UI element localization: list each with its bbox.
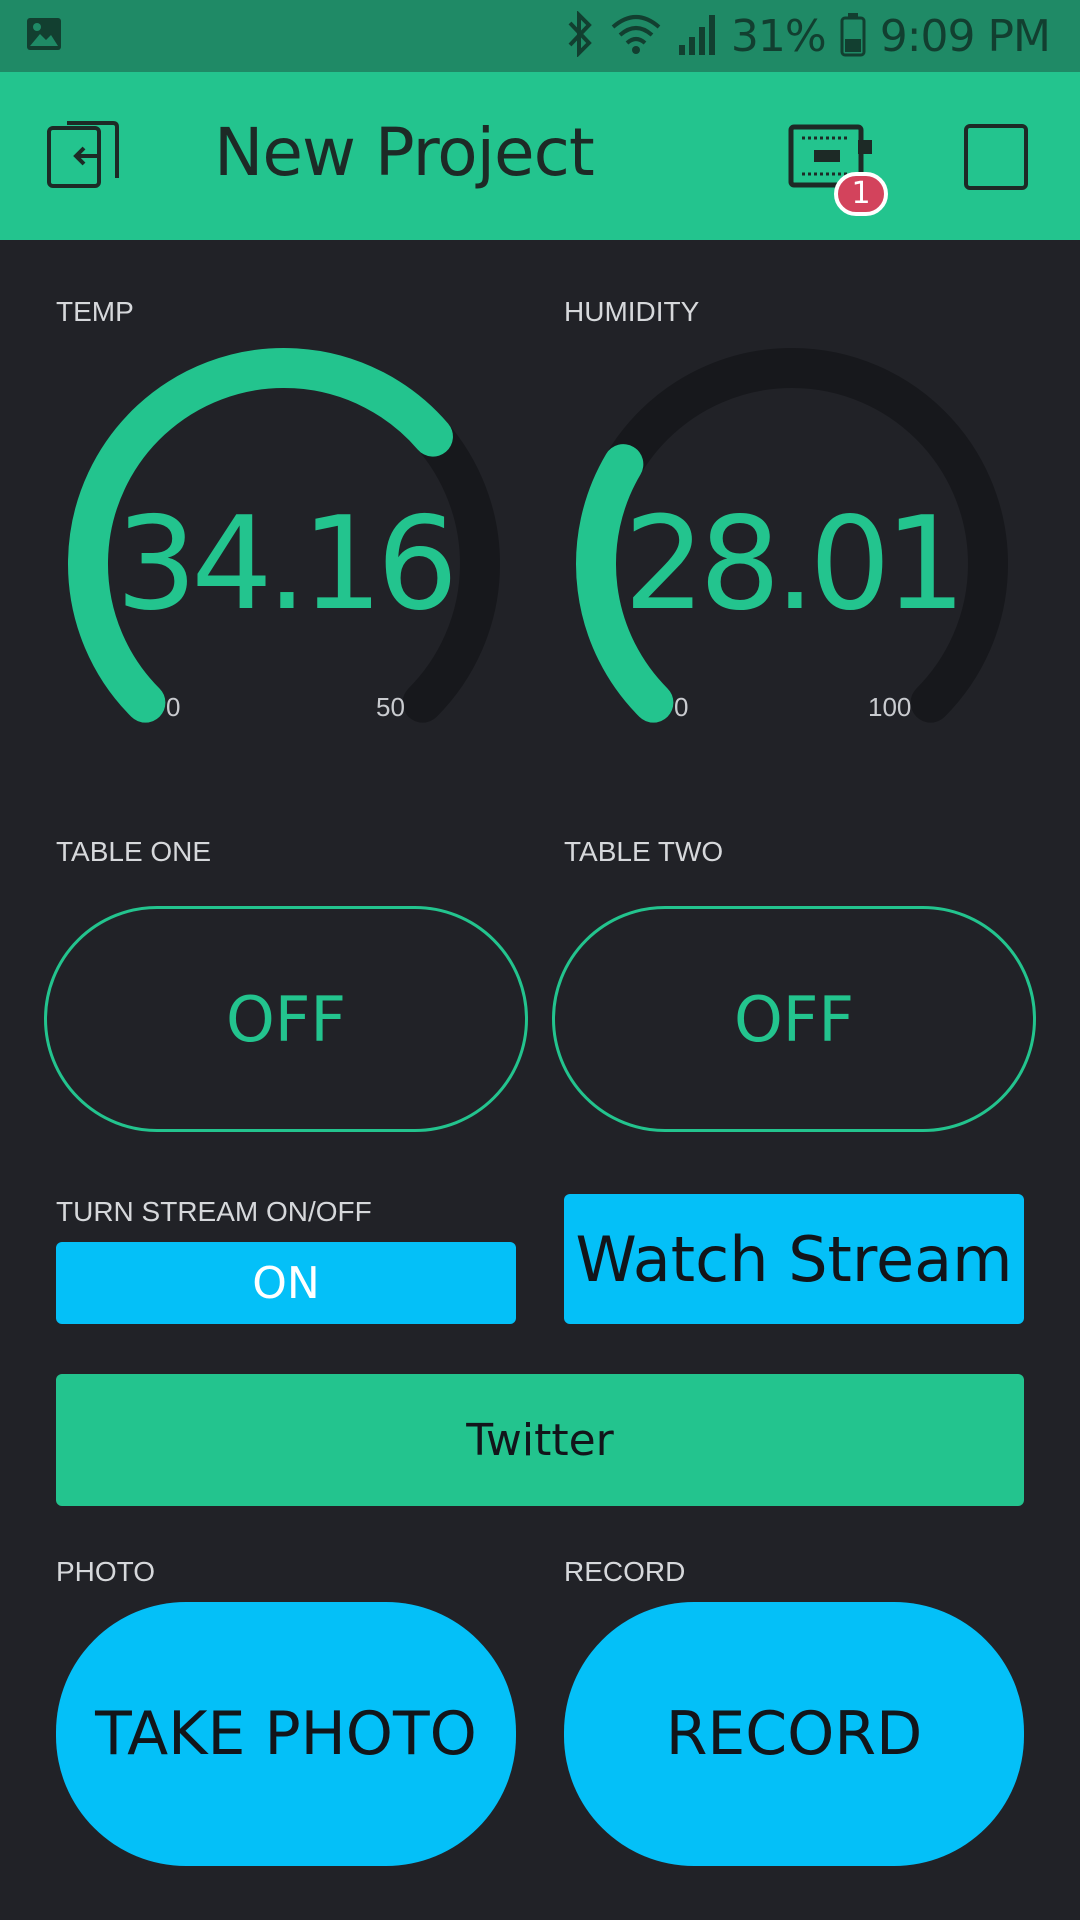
temp-min: 0: [166, 692, 181, 722]
status-bar: 31% 9:09 PM: [0, 0, 1080, 72]
app-bar: New Project 1: [0, 72, 1080, 240]
stop-square-icon[interactable]: [964, 124, 1028, 190]
device-badge: 1: [834, 172, 888, 216]
gauge-label-humidity: HUMIDITY: [564, 296, 700, 327]
stream-toggle-label: TURN STREAM ON/OFF: [56, 1196, 372, 1227]
photo-label: PHOTO: [56, 1556, 156, 1587]
stream-toggle-button[interactable]: ON: [56, 1242, 516, 1324]
temp-value: 34.16: [115, 490, 458, 639]
table-two-button[interactable]: OFF: [552, 906, 1036, 1132]
gauge-label-temp: TEMP: [56, 296, 134, 327]
record-button[interactable]: RECORD: [564, 1602, 1024, 1866]
temp-max: 50: [376, 692, 405, 722]
humidity-min: 0: [674, 692, 689, 722]
exit-project-icon[interactable]: [46, 120, 120, 194]
bluetooth-icon: [565, 10, 595, 61]
clock: 9:09 PM: [879, 10, 1051, 62]
wifi-icon: [609, 11, 663, 61]
twitter-button[interactable]: Twitter: [56, 1374, 1024, 1506]
table-one-button[interactable]: OFF: [44, 906, 528, 1132]
image-icon: [26, 16, 62, 56]
record-label: RECORD: [564, 1556, 686, 1587]
battery-icon: [840, 11, 866, 61]
table-two-label: TABLE TWO: [564, 836, 724, 867]
take-photo-button[interactable]: TAKE PHOTO: [56, 1602, 516, 1866]
humidity-max: 100: [868, 692, 912, 722]
table-one-label: TABLE ONE: [56, 836, 212, 867]
watch-stream-button[interactable]: Watch Stream: [564, 1194, 1024, 1324]
battery-percent: 31%: [730, 10, 827, 62]
project-title: New Project: [214, 114, 595, 191]
signal-icon: [677, 11, 717, 61]
humidity-value: 28.01: [623, 490, 966, 639]
